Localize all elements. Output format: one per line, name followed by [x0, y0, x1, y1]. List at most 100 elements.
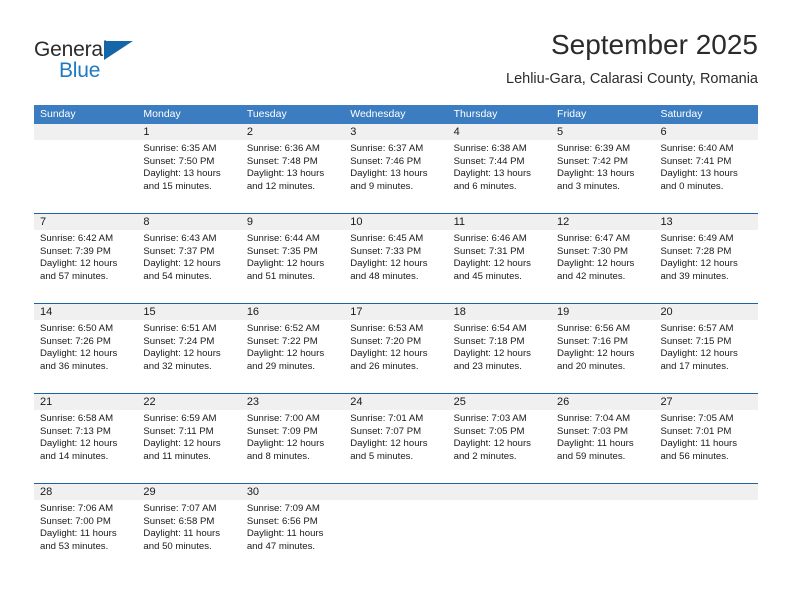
day-number[interactable]: 23: [241, 394, 344, 410]
day-cell[interactable]: Sunrise: 7:00 AM Sunset: 7:09 PM Daylight:…: [241, 410, 344, 483]
sunset-text: Sunset: 7:24 PM: [143, 335, 215, 347]
week-day-numbers: 14 15 16 17 18 19 20: [34, 304, 758, 320]
day-cell[interactable]: Sunrise: 6:59 AM Sunset: 7:11 PM Daylight:…: [137, 410, 240, 483]
daylight-text: Daylight: 12 hours and 20 minutes.: [557, 348, 635, 372]
day-cell[interactable]: Sunrise: 6:42 AM Sunset: 7:39 PM Daylight:…: [34, 230, 137, 303]
day-number[interactable]: 19: [551, 304, 654, 320]
week-day-numbers: 21 22 23 24 25 26 27: [34, 394, 758, 410]
day-number[interactable]: 21: [34, 394, 137, 410]
day-cell[interactable]: Sunrise: 6:45 AM Sunset: 7:33 PM Daylight:…: [344, 230, 447, 303]
day-number[interactable]: 28: [34, 484, 137, 500]
day-cell[interactable]: Sunrise: 6:53 AM Sunset: 7:20 PM Daylight:…: [344, 320, 447, 393]
sunrise-text: Sunrise: 6:40 AM: [660, 143, 734, 154]
day-number[interactable]: 18: [448, 304, 551, 320]
sunrise-text: Sunrise: 6:44 AM: [246, 233, 320, 244]
day-cell[interactable]: Sunrise: 6:58 AM Sunset: 7:13 PM Daylight:…: [34, 410, 137, 483]
daylight-text: Daylight: 13 hours and 12 minutes.: [246, 168, 325, 192]
day-cell[interactable]: Sunrise: 7:01 AM Sunset: 7:07 PM Daylight:…: [344, 410, 447, 483]
day-cell[interactable]: Sunrise: 6:47 AM Sunset: 7:30 PM Daylight:…: [551, 230, 654, 303]
calendar-week-row: 1 2 3 4 5 6 Sunrise: 6:35 AM Sunset: 7:50 PM Day…: [34, 124, 758, 213]
sunset-text: Sunset: 7:46 PM: [350, 155, 422, 167]
daylight-text: Daylight: 12 hours and 42 minutes.: [557, 258, 635, 282]
page-title: September 2025: [550, 29, 758, 60]
week-day-numbers: 123456: [34, 124, 758, 140]
day-cell[interactable]: Sunrise: 6:51 AM Sunset: 7:24 PM Daylight:…: [137, 320, 240, 393]
day-cell[interactable]: Sunrise: 7:04 AM Sunset: 7:03 PM Daylight:…: [551, 410, 654, 483]
daylight-text: Daylight: 12 hours and 8 minutes.: [246, 438, 325, 462]
day-number[interactable]: 24: [344, 394, 447, 410]
day-number[interactable]: 26: [551, 394, 654, 410]
day-number[interactable]: 1: [137, 124, 240, 140]
location-subtitle: Lehliu-Gara, Calarasi County, Romania: [506, 71, 758, 87]
daylight-text: Daylight: 11 hours and 56 minutes.: [660, 438, 738, 462]
day-cell[interactable]: Sunrise: 6:57 AM Sunset: 7:15 PM Daylight:…: [654, 320, 757, 393]
day-number[interactable]: 13: [654, 214, 757, 230]
day-number[interactable]: 5: [551, 124, 654, 140]
sunset-text: Sunset: 7:01 PM: [660, 425, 732, 437]
day-number[interactable]: 25: [448, 394, 551, 410]
sunset-text: Sunset: 7:03 PM: [557, 425, 628, 437]
daylight-text: Daylight: 11 hours and 59 minutes.: [557, 438, 634, 462]
sunrise-text: Sunrise: 6:46 AM: [453, 233, 527, 244]
day-cell[interactable]: Sunrise: 6:36 AM Sunset: 7:48 PM Daylight:…: [241, 140, 344, 213]
logo-triangle-icon: [104, 41, 133, 60]
day-cell[interactable]: Sunrise: 7:09 AM Sunset: 6:56 PM Daylight:…: [241, 500, 344, 576]
daylight-text: Daylight: 12 hours and 57 minutes.: [40, 258, 118, 282]
day-cell[interactable]: Sunrise: 7:07 AM Sunset: 6:58 PM Daylight:…: [137, 500, 240, 576]
day-cell[interactable]: Sunrise: 6:52 AM Sunset: 7:22 PM Daylight:…: [241, 320, 344, 393]
day-number[interactable]: 20: [654, 304, 757, 320]
day-number[interactable]: 16: [241, 304, 344, 320]
day-cell[interactable]: Sunrise: 6:39 AM Sunset: 7:42 PM Daylight:…: [551, 140, 654, 213]
day-number[interactable]: 2: [241, 124, 344, 140]
day-number[interactable]: 30: [241, 484, 344, 500]
general-blue-logo[interactable]: General Blue: [34, 38, 154, 84]
day-number[interactable]: 27: [654, 394, 757, 410]
sunrise-text: Sunrise: 6:47 AM: [557, 233, 631, 244]
day-number[interactable]: 12: [551, 214, 654, 230]
day-cell[interactable]: Sunrise: 6:44 AM Sunset: 7:35 PM Daylight:…: [241, 230, 344, 303]
sunrise-text: Sunrise: 7:06 AM: [40, 503, 114, 514]
sunrise-text: Sunrise: 6:36 AM: [246, 143, 320, 154]
daylight-text: Daylight: 11 hours and 47 minutes.: [246, 528, 324, 552]
day-number[interactable]: 9: [241, 214, 344, 230]
day-number[interactable]: 29: [137, 484, 240, 500]
day-number[interactable]: 6: [654, 124, 757, 140]
day-cell[interactable]: Sunrise: 6:37 AM Sunset: 7:46 PM Daylight:…: [344, 140, 447, 213]
day-cell[interactable]: Sunrise: 6:40 AM Sunset: 7:41 PM Daylight:…: [654, 140, 757, 213]
day-cell[interactable]: Sunrise: 6:49 AM Sunset: 7:28 PM Daylight:…: [654, 230, 757, 303]
sunset-text: Sunset: 7:07 PM: [350, 425, 422, 437]
daylight-text: Daylight: 12 hours and 45 minutes.: [453, 258, 531, 282]
day-number[interactable]: 14: [34, 304, 137, 320]
day-number[interactable]: 4: [448, 124, 551, 140]
day-number-empty: [551, 484, 654, 500]
day-number[interactable]: 17: [344, 304, 447, 320]
daylight-text: Daylight: 12 hours and 51 minutes.: [246, 258, 325, 282]
day-cell[interactable]: Sunrise: 6:46 AM Sunset: 7:31 PM Daylight:…: [448, 230, 551, 303]
day-cell[interactable]: Sunrise: 6:54 AM Sunset: 7:18 PM Daylight:…: [448, 320, 551, 393]
day-number-empty: [344, 484, 447, 500]
day-cell[interactable]: Sunrise: 7:06 AM Sunset: 7:00 PM Daylight:…: [34, 500, 137, 576]
day-cell[interactable]: Sunrise: 6:43 AM Sunset: 7:37 PM Daylight:…: [137, 230, 240, 303]
day-cell[interactable]: Sunrise: 6:38 AM Sunset: 7:44 PM Daylight:…: [448, 140, 551, 213]
day-number[interactable]: 22: [137, 394, 240, 410]
daylight-text: Daylight: 13 hours and 9 minutes.: [350, 168, 428, 192]
sunrise-text: Sunrise: 7:04 AM: [557, 413, 631, 424]
day-number[interactable]: 7: [34, 214, 137, 230]
day-number[interactable]: 10: [344, 214, 447, 230]
day-number[interactable]: 8: [137, 214, 240, 230]
sunset-text: Sunset: 6:58 PM: [143, 515, 215, 527]
day-number[interactable]: 11: [448, 214, 551, 230]
sunrise-text: Sunrise: 7:09 AM: [246, 503, 320, 514]
day-cell[interactable]: Sunrise: 7:05 AM Sunset: 7:01 PM Daylight:…: [654, 410, 757, 483]
daylight-text: Daylight: 12 hours and 5 minutes.: [350, 438, 428, 462]
day-number-empty: [448, 484, 551, 500]
day-number[interactable]: 15: [137, 304, 240, 320]
day-cell[interactable]: Sunrise: 6:50 AM Sunset: 7:26 PM Daylight:…: [34, 320, 137, 393]
day-cell[interactable]: Sunrise: 6:35 AM Sunset: 7:50 PM Daylight:…: [137, 140, 240, 213]
day-cell[interactable]: Sunrise: 7:03 AM Sunset: 7:05 PM Daylight:…: [448, 410, 551, 483]
day-cell[interactable]: Sunrise: 6:56 AM Sunset: 7:16 PM Daylight:…: [551, 320, 654, 393]
daylight-text: Daylight: 12 hours and 29 minutes.: [246, 348, 325, 372]
sunrise-text: Sunrise: 6:59 AM: [143, 413, 217, 424]
sunset-text: Sunset: 7:39 PM: [40, 245, 111, 257]
day-number[interactable]: 3: [344, 124, 447, 140]
